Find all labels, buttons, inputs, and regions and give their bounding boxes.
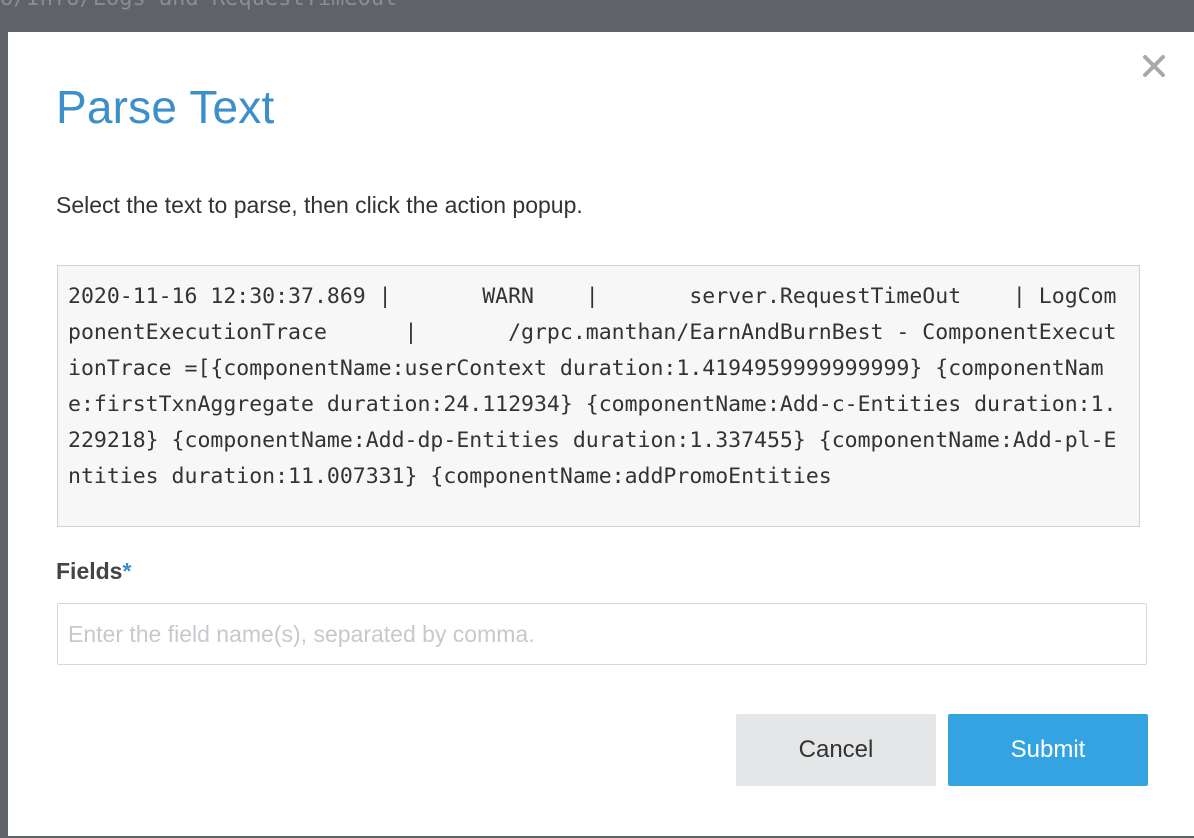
required-marker: * [122,558,132,584]
instructions-text: Select the text to parse, then click the… [56,192,583,218]
backdrop-page-text: o/Info/Logs and RequestTimeOut [0,0,397,11]
cancel-button[interactable]: Cancel [736,714,936,786]
fields-input[interactable] [57,603,1147,665]
log-text-area[interactable]: 2020-11-16 12:30:37.869 | WARN | server.… [57,265,1140,527]
parse-text-dialog: Parse Text Select the text to parse, the… [8,32,1194,836]
fields-label-text: Fields [56,558,123,584]
fields-label: Fields* [56,558,131,585]
close-button[interactable] [1138,50,1170,82]
close-icon [1143,55,1165,77]
submit-button[interactable]: Submit [948,714,1148,786]
dialog-title: Parse Text [56,81,275,133]
